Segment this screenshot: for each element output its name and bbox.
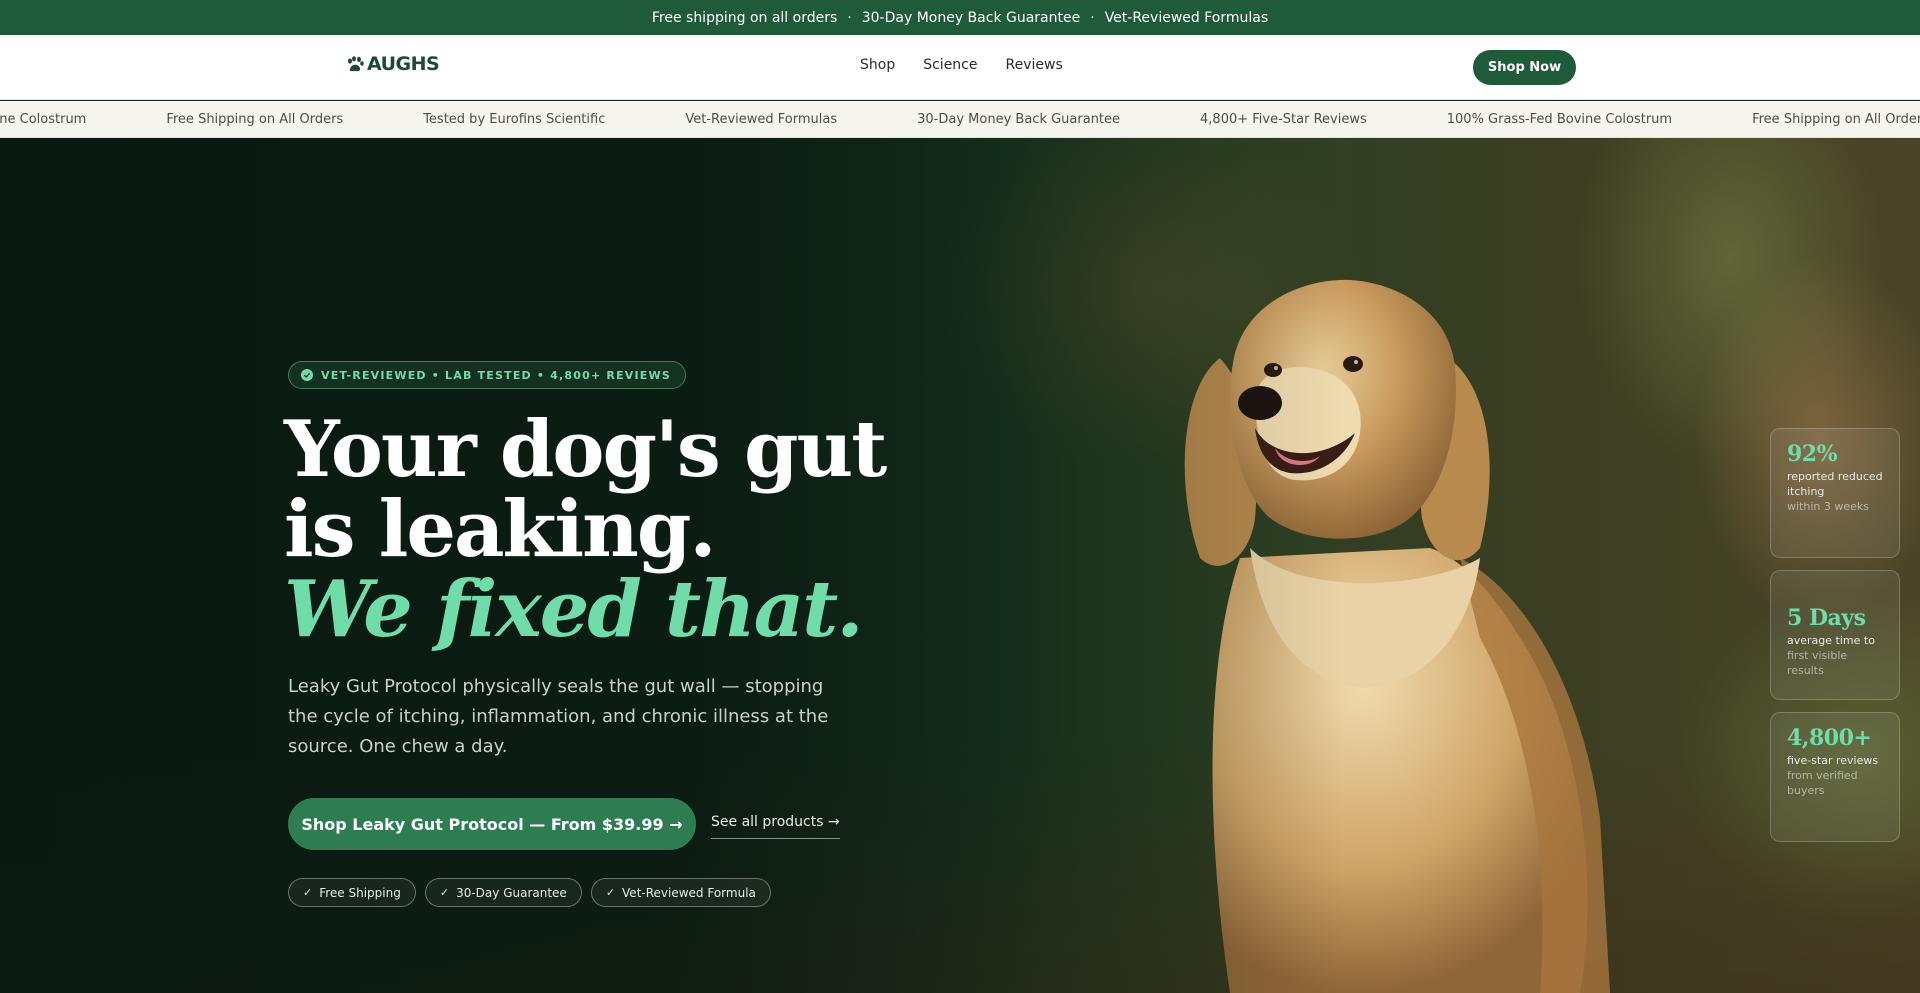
stat-label: five-star reviews — [1787, 754, 1879, 767]
check-circle-icon — [301, 369, 313, 381]
announcement-item: Vet-Reviewed Formulas — [1104, 9, 1269, 26]
benefit-pill: ✓ 30-Day Guarantee — [424, 878, 582, 907]
marquee-track: ovine Colostrum Free Shipping on All Ord… — [0, 101, 1920, 137]
benefit-pill: ✓ Vet-Reviewed Formula — [590, 878, 771, 907]
stat-label: reported reduced itching — [1787, 470, 1883, 498]
paw-icon — [346, 55, 364, 73]
stat-card: 92% reported reduced itching within 3 we… — [1770, 428, 1900, 558]
logo[interactable]: AUGHS — [346, 53, 440, 75]
hero-subcopy: Leaky Gut Protocol physically seals the … — [288, 676, 829, 757]
stat-value: 5 Days — [1787, 605, 1866, 631]
hero-headline: Your dog's gut is leaking. We fixed that… — [284, 404, 887, 655]
benefit-pills: ✓ Free Shipping ✓ 30-Day Guarantee ✓ Vet… — [288, 878, 771, 907]
separator-dot: · — [847, 9, 852, 26]
trust-badge: VET-REVIEWED • LAB TESTED • 4,800+ REVIE… — [288, 361, 686, 389]
stat-label: average time to — [1787, 634, 1875, 647]
check-icon: ✓ — [303, 886, 313, 899]
stat-card: 4,800+ five-star reviews from verified b… — [1770, 712, 1900, 842]
announcement-item: 30-Day Money Back Guarantee — [861, 9, 1081, 26]
shop-protocol-button[interactable]: Shop Leaky Gut Protocol — From $39.99 → — [288, 798, 696, 850]
logo-text: AUGHS — [367, 53, 440, 75]
nav-reviews[interactable]: Reviews — [1006, 57, 1063, 73]
stat-card: 5 Days average time to first visible res… — [1770, 570, 1900, 700]
check-icon: ✓ — [439, 886, 450, 899]
stat-sublabel: within 3 weeks — [1787, 500, 1869, 513]
marquee-item: ovine Colostrum — [0, 112, 87, 127]
marquee-item: Free Shipping on All Orders — [1752, 112, 1920, 127]
stat-sublabel: from verified buyers — [1787, 769, 1858, 797]
see-all-products-link[interactable]: See all products → — [711, 814, 840, 839]
pill-label: Free Shipping — [319, 885, 401, 900]
check-icon: ✓ — [605, 886, 616, 899]
headline-line: is leaking. — [284, 484, 717, 575]
announcement-bar: Free shipping on all orders · 30-Day Mon… — [0, 0, 1920, 35]
marquee-item: 100% Grass-Fed Bovine Colostrum — [1446, 112, 1673, 127]
hero-section: VET-REVIEWED • LAB TESTED • 4,800+ REVIE… — [0, 138, 1920, 993]
stat-sublabel: first visible results — [1787, 649, 1848, 677]
nav-shop[interactable]: Shop — [860, 57, 895, 73]
marquee-item: 30-Day Money Back Guarantee — [917, 112, 1121, 127]
marquee-item: Tested by Eurofins Scientific — [423, 112, 606, 127]
site-header: AUGHS Shop Science Reviews Shop Now — [0, 35, 1920, 100]
trust-marquee: ovine Colostrum Free Shipping on All Ord… — [0, 101, 1920, 138]
headline-accent: We fixed that. — [284, 564, 864, 655]
benefit-pill: ✓ Free Shipping — [288, 878, 416, 907]
announcement-item: Free shipping on all orders — [651, 9, 838, 26]
marquee-item: Free Shipping on All Orders — [166, 112, 344, 127]
main-nav: Shop Science Reviews — [860, 57, 1063, 73]
marquee-item: Vet-Reviewed Formulas — [685, 112, 838, 127]
pill-label: 30-Day Guarantee — [456, 885, 567, 900]
separator-dot: · — [1090, 9, 1095, 26]
stat-value: 4,800+ — [1787, 725, 1872, 751]
marquee-item: 4,800+ Five-Star Reviews — [1200, 112, 1367, 127]
badge-text: VET-REVIEWED • LAB TESTED • 4,800+ REVIE… — [321, 368, 671, 382]
stat-value: 92% — [1787, 441, 1838, 467]
headline-line: Your dog's gut — [284, 404, 887, 495]
nav-science[interactable]: Science — [923, 57, 977, 73]
shop-now-button[interactable]: Shop Now — [1473, 50, 1576, 85]
pill-label: Vet-Reviewed Formula — [622, 885, 756, 900]
